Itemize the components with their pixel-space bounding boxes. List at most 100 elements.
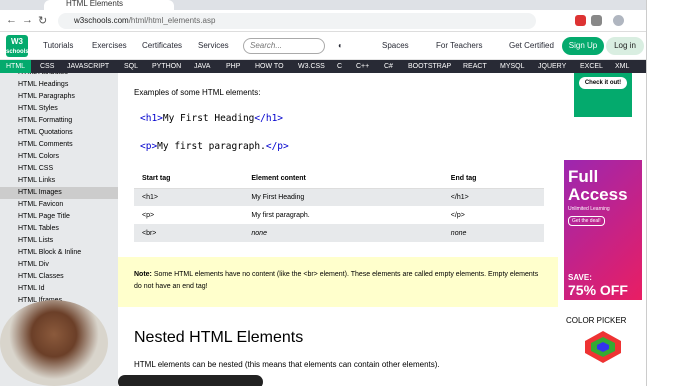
topnav-bootstrap[interactable]: BOOTSTRAP bbox=[408, 60, 451, 73]
menu-certificates[interactable]: Certificates bbox=[142, 41, 182, 50]
w3-header: W3 schools Tutorials Exercises Certificat… bbox=[0, 32, 646, 60]
webcam-overlay bbox=[0, 300, 108, 386]
sidebar-item[interactable]: HTML Styles bbox=[0, 103, 118, 115]
color-wheel-icon[interactable] bbox=[585, 331, 621, 363]
w3schools-logo[interactable]: W3 schools bbox=[6, 35, 29, 57]
sign-up-button[interactable]: Sign Up bbox=[562, 37, 604, 55]
sidebar-item[interactable]: HTML Page Title bbox=[0, 211, 118, 223]
ad-off: 75% OFF bbox=[568, 282, 628, 298]
get-deal-button[interactable]: Get the deal! bbox=[568, 216, 605, 226]
topnav-java[interactable]: JAVA bbox=[194, 60, 210, 73]
ad-unlimited: Unlimited Learning bbox=[568, 206, 610, 212]
code-tag: </p> bbox=[265, 141, 289, 152]
sidebar-item[interactable]: HTML Classes bbox=[0, 271, 118, 283]
browser-tab[interactable]: HTML Elements bbox=[44, 0, 174, 10]
address-bar-row: ← → ↻ w3schools.com/html/html_elements.a… bbox=[0, 10, 646, 32]
ad-full-access-title: Full Access bbox=[568, 167, 628, 204]
table-cell: none bbox=[442, 224, 544, 242]
sidebar-item[interactable]: HTML Favicon bbox=[0, 199, 118, 211]
topnav-w3css[interactable]: W3.CSS bbox=[298, 60, 325, 73]
sidebar-item[interactable]: HTML Paragraphs bbox=[0, 91, 118, 103]
note-label: Note: bbox=[134, 271, 152, 278]
url-domain: w3schools.com bbox=[74, 16, 129, 25]
profile-avatar-icon[interactable] bbox=[613, 15, 624, 26]
back-icon[interactable]: ← bbox=[6, 14, 17, 26]
sidebar-item[interactable]: HTML Links bbox=[0, 175, 118, 187]
ad-full-access[interactable]: Full Access Unlimited Learning Get the d… bbox=[564, 160, 642, 300]
topnav-react[interactable]: REACT bbox=[463, 60, 487, 73]
sidebar-item[interactable]: HTML Formatting bbox=[0, 115, 118, 127]
forward-icon[interactable]: → bbox=[22, 14, 33, 26]
table-cell: My first paragraph. bbox=[251, 211, 310, 219]
color-picker-title: COLOR PICKER bbox=[566, 316, 627, 325]
menu-exercises[interactable]: Exercises bbox=[92, 41, 127, 50]
topnav-html[interactable]: HTML bbox=[0, 60, 32, 73]
topnav-c[interactable]: C bbox=[337, 60, 342, 73]
table-cell: </p> bbox=[450, 211, 465, 219]
side-panel bbox=[646, 0, 686, 386]
table-cell: </h1> bbox=[442, 188, 544, 206]
code-example-h1: <h1>My First Heading</h1> bbox=[140, 113, 283, 124]
sidebar-item[interactable]: HTML Lists bbox=[0, 235, 118, 247]
topnav-jquery[interactable]: JQUERY bbox=[538, 60, 566, 73]
url-path: /html/html_elements.asp bbox=[128, 16, 216, 25]
topnav-howto[interactable]: HOW TO bbox=[255, 60, 284, 73]
topnav-mysql[interactable]: MYSQL bbox=[500, 60, 525, 73]
menu-tutorials[interactable]: Tutorials bbox=[43, 41, 73, 50]
for-teachers-link[interactable]: For Teachers bbox=[436, 41, 483, 50]
get-certified-link[interactable]: Get Certified bbox=[509, 41, 554, 50]
reload-icon[interactable]: ↻ bbox=[38, 14, 47, 27]
topnav-php[interactable]: PHP bbox=[226, 60, 240, 73]
table-cell: <p> bbox=[142, 211, 155, 219]
youtube-extension-icon[interactable] bbox=[575, 15, 586, 26]
spaces-link[interactable]: Spaces bbox=[382, 41, 409, 50]
log-in-button[interactable]: Log in bbox=[606, 37, 644, 55]
section-heading: Nested HTML Elements bbox=[134, 329, 304, 346]
code-tag: <h1> bbox=[140, 113, 163, 124]
topnav-python[interactable]: PYTHON bbox=[152, 60, 181, 73]
topnav-javascript[interactable]: JAVASCRIPT bbox=[67, 60, 109, 73]
nested-text: HTML elements can be nested (this means … bbox=[134, 360, 440, 369]
sidebar-item[interactable]: HTML Div bbox=[0, 259, 118, 271]
sidebar-item[interactable]: HTML CSS bbox=[0, 163, 118, 175]
topnav-excel[interactable]: EXCEL bbox=[580, 60, 603, 73]
code-text: My first paragraph. bbox=[157, 141, 266, 152]
table-cell: <br> bbox=[134, 224, 244, 242]
menu-services[interactable]: Services bbox=[198, 41, 229, 50]
top-nav: HTML CSS JAVASCRIPT SQL PYTHON JAVA PHP … bbox=[0, 60, 646, 73]
sidebar-item[interactable]: HTML Block & Inline bbox=[0, 247, 118, 259]
topnav-xml[interactable]: XML bbox=[615, 60, 629, 73]
sidebar-item[interactable]: HTML Colors bbox=[0, 151, 118, 163]
table-header: End tag bbox=[442, 169, 544, 189]
recording-bar[interactable] bbox=[118, 375, 263, 386]
intro-text: Examples of some HTML elements: bbox=[134, 88, 261, 97]
code-text: My First Heading bbox=[162, 113, 255, 124]
search-input[interactable]: Search... bbox=[243, 38, 325, 54]
code-tag: <p> bbox=[140, 141, 158, 152]
topnav-sql[interactable]: SQL bbox=[124, 60, 138, 73]
note-box: Note: Some HTML elements have no content… bbox=[118, 257, 558, 307]
ad-column: Check it out! Full Access Unlimited Lear… bbox=[558, 73, 646, 386]
check-it-out-button[interactable]: Check it out! bbox=[579, 77, 627, 89]
topnav-cpp[interactable]: C++ bbox=[356, 60, 369, 73]
sidebar-item[interactable]: HTML Id bbox=[0, 283, 118, 295]
sidebar-item[interactable]: HTML Headings bbox=[0, 79, 118, 91]
table-row: <br> none none bbox=[134, 224, 544, 242]
dark-mode-icon[interactable]: ◐ bbox=[338, 41, 343, 50]
topnav-css[interactable]: CSS bbox=[40, 60, 54, 73]
topnav-csharp[interactable]: C# bbox=[384, 60, 393, 73]
sidebar-item[interactable]: HTML Tables bbox=[0, 223, 118, 235]
elements-table: Start tag Element content End tag <h1> My F… bbox=[134, 169, 544, 242]
extensions-icon[interactable] bbox=[591, 15, 602, 26]
browser-tabstrip: HTML Elements bbox=[0, 0, 646, 10]
sidebar-item[interactable]: HTML Quotations bbox=[0, 127, 118, 139]
ad-save: SAVE: bbox=[568, 273, 592, 282]
logo-top: W3 bbox=[11, 37, 23, 46]
ad-checkitout[interactable]: Check it out! bbox=[574, 73, 632, 117]
table-cell: none bbox=[243, 224, 443, 242]
code-example-p: <p>My first paragraph.</p> bbox=[140, 141, 289, 152]
sidebar-item[interactable]: HTML Comments bbox=[0, 139, 118, 151]
table-cell: <h1> bbox=[134, 188, 244, 206]
sidebar-item-images[interactable]: HTML Images bbox=[0, 187, 118, 199]
url-input[interactable]: w3schools.com/html/html_elements.asp bbox=[58, 13, 536, 29]
